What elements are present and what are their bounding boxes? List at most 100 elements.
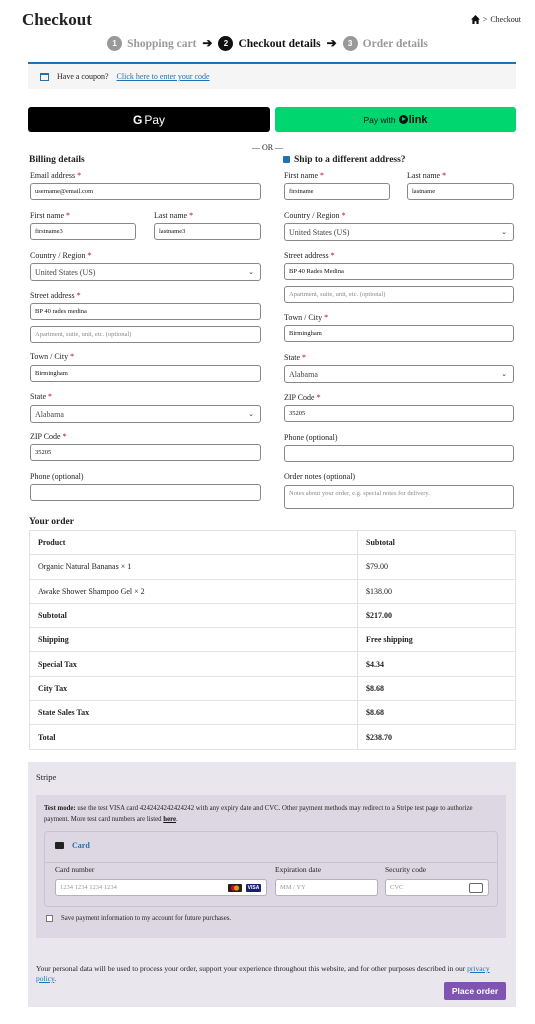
chevron-down-icon: ⌄ — [501, 370, 507, 378]
billing-city-field[interactable]: Birmingham — [30, 365, 261, 382]
shipping-phone-field[interactable] — [284, 445, 514, 462]
expiry-label: Expiration date — [275, 865, 322, 874]
step-shopping-cart[interactable]: 1 Shopping cart — [107, 36, 196, 51]
place-order-button[interactable]: Place order — [444, 982, 506, 1000]
totals-label: Special Tax — [29, 651, 358, 677]
billing-title: Billing details — [29, 155, 85, 165]
card-tab[interactable]: Card — [55, 841, 90, 850]
totals-value: $8.68 — [357, 675, 516, 702]
shipping-last-name-label: Last name * — [407, 171, 447, 180]
product-name: Awake Shower Shampoo Gel × 2 — [29, 578, 358, 604]
totals-value: $8.68 — [357, 700, 516, 726]
stripe-payment-box: Test mode: use the test VISA card 424242… — [36, 795, 506, 938]
step-label: Checkout details — [238, 37, 321, 50]
step-number: 1 — [107, 36, 123, 51]
page-header: Checkout > Checkout — [22, 10, 521, 32]
column-header: Subtotal — [357, 529, 516, 556]
coupon-notice: Have a coupon? Click here to enter your … — [28, 62, 516, 89]
billing-zip-field[interactable]: 35205 — [30, 444, 261, 461]
shipping-zip-label: ZIP Code * — [284, 393, 321, 402]
totals-label: State Sales Tax — [29, 700, 358, 726]
totals-label: Total — [29, 724, 358, 750]
billing-phone-field[interactable] — [30, 484, 261, 501]
product-subtotal: $138.00 — [357, 578, 516, 604]
mastercard-icon — [228, 884, 242, 892]
checkbox-checked[interactable] — [283, 156, 290, 164]
billing-street2-field[interactable]: Apartment, suite, unit, etc. (optional) — [30, 326, 261, 343]
shipping-street2-field[interactable]: Apartment, suite, unit, etc. (optional) — [284, 286, 514, 303]
expiry-field[interactable]: MM / YY — [275, 879, 378, 896]
ship-different-toggle[interactable]: Ship to a different address? — [283, 155, 406, 165]
shipping-first-name-label: First name * — [284, 171, 324, 180]
cvc-field[interactable]: CVC — [385, 879, 489, 896]
shipping-street-label: Street address * — [284, 251, 335, 260]
link-brand: link — [408, 113, 428, 126]
card-number-label: Card number — [55, 865, 95, 874]
visa-icon: VISA — [246, 884, 261, 892]
column-header: Product — [29, 529, 358, 556]
coupon-link[interactable]: Click here to enter your code — [117, 72, 210, 81]
shipping-state-select[interactable]: Alabama ⌄ — [284, 365, 514, 383]
totals-row: City Tax $8.68 — [29, 675, 516, 702]
totals-row: Subtotal $217.00 — [29, 602, 516, 629]
shipping-city-label: Town / City * — [284, 313, 329, 322]
shipping-first-name-field[interactable]: firstname — [284, 183, 390, 200]
table-header-row: Product Subtotal — [29, 529, 516, 556]
step-label: Shopping cart — [127, 37, 197, 50]
pay-with-link-button[interactable]: Pay with link — [275, 107, 516, 132]
order-notes-field[interactable]: Notes about your order, e.g. special not… — [284, 485, 514, 509]
arrow-right-icon: ➔ — [202, 36, 213, 50]
totals-label: Subtotal — [29, 602, 358, 629]
product-subtotal: $79.00 — [357, 554, 516, 580]
table-row: Awake Shower Shampoo Gel × 2 $138.00 — [29, 578, 516, 604]
card-panel: Card Card number 1234 1234 1234 1234 VIS… — [44, 831, 498, 907]
credit-card-icon — [55, 842, 64, 849]
chevron-down-icon: ⌄ — [248, 410, 254, 418]
totals-value: $4.34 — [357, 651, 516, 677]
shipping-last-name-field[interactable]: lastname — [407, 183, 514, 200]
totals-row: State Sales Tax $8.68 — [29, 700, 516, 726]
billing-country-select[interactable]: United States (US) ⌄ — [30, 263, 261, 281]
table-row: Organic Natural Bananas × 1 $79.00 — [29, 554, 516, 580]
billing-street-label: Street address * — [30, 291, 81, 300]
shipping-street-field[interactable]: BP 40 Rades Medina — [284, 263, 514, 280]
billing-first-name-label: First name * — [30, 211, 70, 220]
product-name: Organic Natural Bananas × 1 — [29, 554, 358, 580]
order-notes-label: Order notes (optional) — [284, 472, 356, 481]
breadcrumb: > Checkout — [470, 15, 521, 24]
card-number-field[interactable]: 1234 1234 1234 1234 VISA — [55, 879, 267, 896]
step-number: 3 — [342, 36, 358, 51]
shipping-country-label: Country / Region * — [284, 211, 346, 220]
billing-country-label: Country / Region * — [30, 251, 92, 260]
checkbox-unchecked[interactable] — [46, 915, 53, 922]
test-mode-notice: Test mode: use the test VISA card 424242… — [44, 805, 473, 823]
billing-email-field[interactable]: username@email.com — [30, 183, 261, 200]
chevron-down-icon: ⌄ — [248, 268, 254, 276]
billing-email-label: Email address * — [30, 171, 82, 180]
gpay-label: Pay — [144, 112, 166, 127]
totals-value: $217.00 — [357, 602, 516, 629]
step-number: 2 — [218, 36, 234, 51]
billing-street-field[interactable]: BP 40 rades medina — [30, 303, 261, 320]
shipping-country-select[interactable]: United States (US) ⌄ — [284, 223, 514, 241]
checkout-steps: 1 Shopping cart ➔ 2 Checkout details ➔ 3… — [0, 36, 535, 51]
google-pay-button[interactable]: G Pay — [28, 107, 270, 132]
shipping-zip-field[interactable]: 35205 — [284, 405, 514, 422]
window-icon — [40, 72, 49, 81]
totals-row: Total $238.70 — [29, 724, 516, 750]
billing-first-name-field[interactable]: firstname3 — [30, 223, 136, 240]
home-icon[interactable] — [470, 15, 480, 24]
billing-state-select[interactable]: Alabama ⌄ — [30, 405, 261, 423]
shipping-state-label: State * — [284, 353, 306, 362]
totals-label: City Tax — [29, 675, 358, 702]
totals-label: Shipping — [29, 627, 358, 653]
totals-value: Free shipping — [357, 627, 516, 653]
billing-city-label: Town / City * — [30, 352, 75, 361]
save-payment-option[interactable]: Save payment information to my account f… — [46, 915, 231, 922]
test-cards-link[interactable]: here — [163, 816, 176, 823]
cvc-label: Security code — [385, 865, 427, 874]
billing-last-name-field[interactable]: lastname3 — [154, 223, 261, 240]
page-title: Checkout — [22, 10, 92, 29]
privacy-notice: Your personal data will be used to proce… — [36, 964, 490, 983]
shipping-city-field[interactable]: Birmingham — [284, 325, 514, 342]
